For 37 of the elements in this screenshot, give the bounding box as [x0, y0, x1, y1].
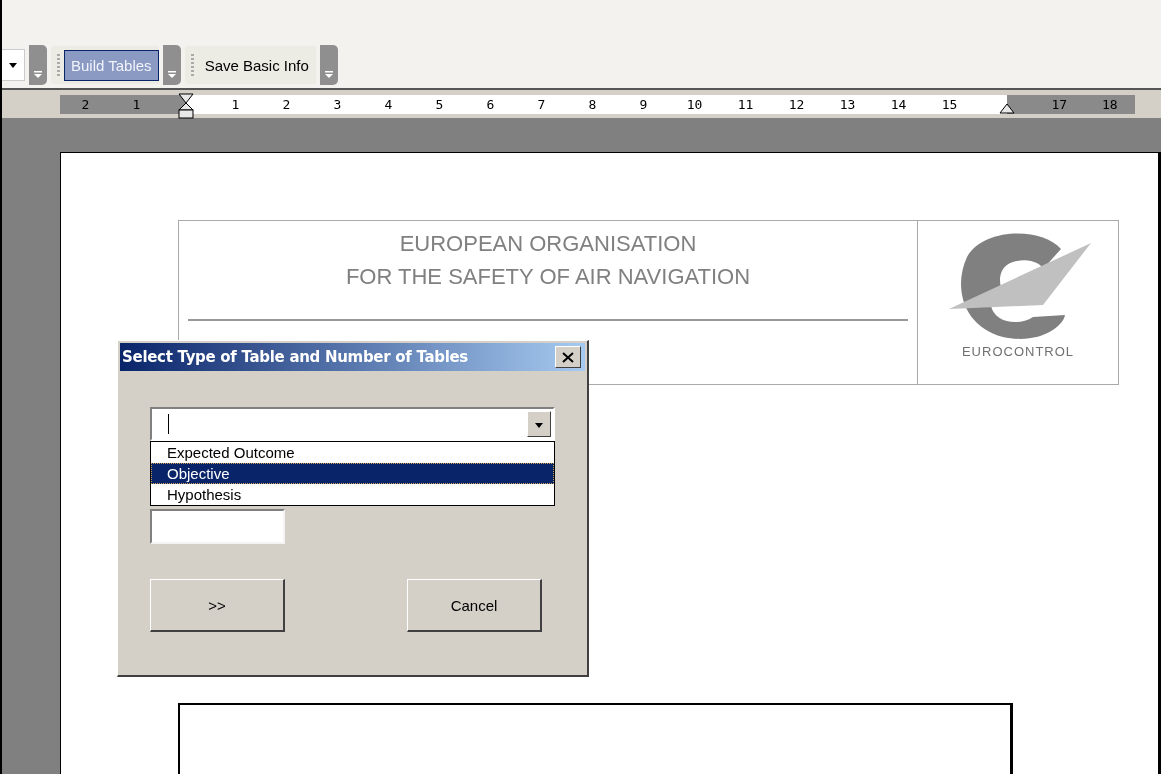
ruler-number: 3 — [332, 95, 343, 114]
toolbar-options-icon[interactable] — [162, 45, 181, 85]
header-title: FOR THE SAFETY OF AIR NAVIGATION — [345, 263, 751, 291]
ruler-number: 14 — [889, 95, 908, 114]
ruler-number: 11 — [736, 95, 755, 114]
number-input-field[interactable] — [150, 509, 285, 544]
dialog-title: Select Type of Table and Number of Tables — [122, 348, 468, 366]
ruler-number: 12 — [787, 95, 806, 114]
ruler-number: 2 — [281, 95, 292, 114]
close-button[interactable] — [555, 346, 581, 368]
ruler-number: 2 — [80, 95, 91, 114]
ruler-number: 7 — [536, 95, 547, 114]
ruler-number: 4 — [383, 95, 394, 114]
ruler-number: 9 — [638, 95, 649, 114]
close-icon — [562, 351, 574, 363]
logo-text: EUROCONTROL — [961, 344, 1075, 359]
ruler-number: 18 — [1100, 95, 1119, 114]
dropdown-button[interactable] — [527, 411, 551, 437]
ruler-number: 17 — [1050, 95, 1069, 114]
table-type-combo[interactable] — [150, 407, 555, 441]
ruler-number: 8 — [587, 95, 598, 114]
dropdown-option[interactable]: Objective — [151, 463, 554, 484]
toolbar-options-icon[interactable] — [319, 45, 338, 85]
dialog-button[interactable]: Cancel — [407, 579, 542, 632]
ruler-number: 1 — [131, 95, 142, 114]
dropdown-option[interactable]: Hypothesis — [151, 484, 554, 505]
ruler-number: 15 — [940, 95, 959, 114]
header-title: EUROPEAN ORGANISATION — [399, 230, 697, 258]
ruler-number: 1 — [230, 95, 241, 114]
ruler-number: 5 — [434, 95, 445, 114]
dialog-button[interactable]: >> — [150, 579, 285, 632]
dropdown-option[interactable]: Expected Outcome — [151, 442, 554, 463]
ruler-number: 6 — [485, 95, 496, 114]
ruler-number: 13 — [838, 95, 857, 114]
indent-marker-icon[interactable] — [178, 93, 194, 119]
ruler-number: 10 — [685, 95, 704, 114]
indent-marker-icon[interactable] — [999, 102, 1015, 114]
